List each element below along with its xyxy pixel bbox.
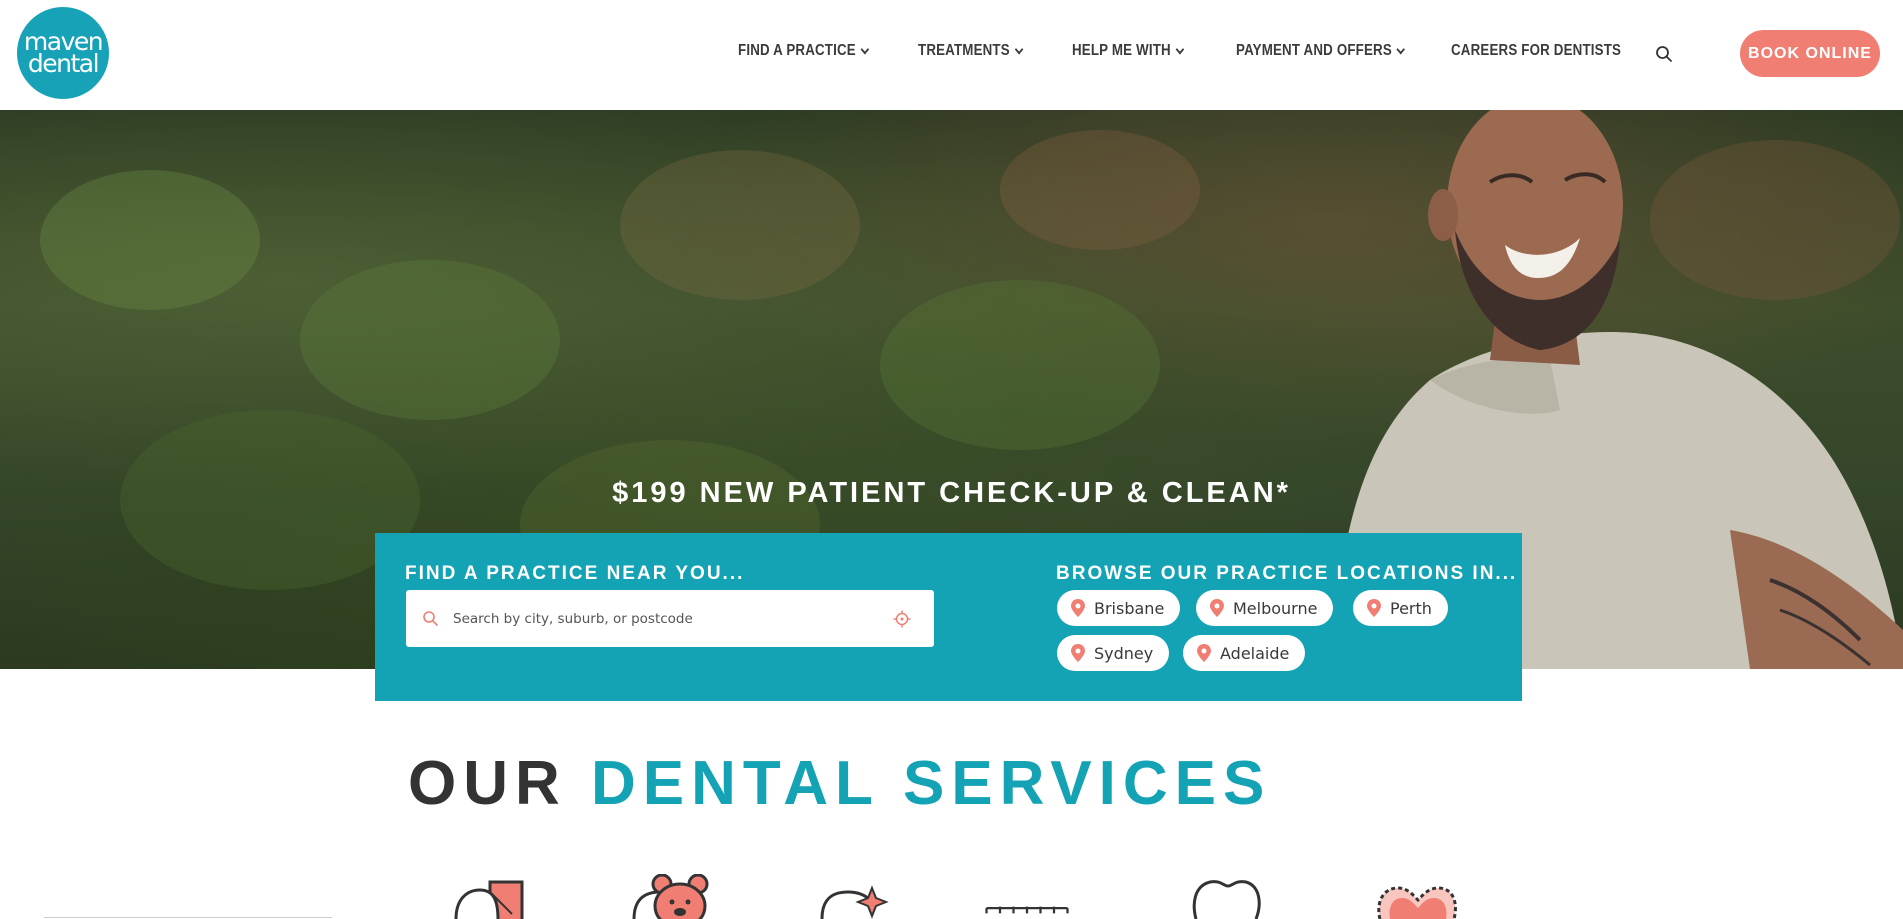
location-chip-adelaide[interactable]: Adelaide (1183, 635, 1306, 671)
book-online-button[interactable]: BOOK ONLINE (1740, 30, 1880, 77)
location-label: Adelaide (1220, 643, 1290, 663)
hero-tagline: $199 NEW PATIENT CHECK-UP & CLEAN* (612, 477, 1291, 509)
emergency-heart-icon[interactable] (1372, 874, 1462, 919)
nav-label: FIND A PRACTICE (738, 42, 856, 59)
location-label: Sydney (1094, 643, 1154, 663)
chevron-down-icon (1175, 44, 1185, 54)
services-heading-part2: DENTAL SERVICES (591, 749, 1272, 818)
tooth-icon[interactable] (1190, 874, 1280, 919)
nav-label: HELP ME WITH (1072, 42, 1171, 59)
teeth-whitening-icon[interactable] (820, 874, 910, 919)
practice-finder: FIND A PRACTICE NEAR YOU... BROWSE OUR P… (375, 533, 1522, 701)
map-pin-icon (1210, 599, 1224, 617)
map-pin-icon (1367, 599, 1381, 617)
logo-text-line2: dental (27, 49, 100, 78)
location-chip-sydney[interactable]: Sydney (1057, 635, 1170, 671)
location-label: Melbourne (1233, 598, 1318, 618)
chevron-down-icon (1396, 44, 1406, 54)
location-label: Brisbane (1094, 598, 1165, 618)
braces-icon[interactable] (985, 874, 1075, 919)
map-pin-icon (1071, 599, 1085, 617)
nav-label: PAYMENT AND OFFERS (1236, 42, 1392, 59)
chevron-down-icon (1014, 44, 1024, 54)
nav-label: CAREERS FOR DENTISTS (1451, 42, 1622, 59)
chevron-down-icon (860, 44, 870, 54)
general-dentistry-icon[interactable] (452, 874, 542, 919)
practice-search-input[interactable] (453, 590, 883, 647)
location-chip-melbourne[interactable]: Melbourne (1196, 590, 1334, 626)
search-icon[interactable] (1655, 45, 1673, 63)
nav-find-a-practice[interactable]: FIND A PRACTICE (738, 42, 870, 60)
site-header: maven dental FIND A PRACTICE TREATMENTS … (0, 0, 1903, 110)
divider (44, 917, 332, 918)
services-heading: OUR DENTAL SERVICES (408, 748, 1271, 819)
map-pin-icon (1071, 644, 1085, 662)
children-dentistry-icon[interactable] (630, 874, 720, 919)
location-chip-brisbane[interactable]: Brisbane (1057, 590, 1181, 626)
services-heading-part1: OUR (408, 749, 567, 818)
nav-label: TREATMENTS (918, 42, 1010, 59)
practice-search-box (406, 590, 934, 647)
browse-locations-heading: BROWSE OUR PRACTICE LOCATIONS IN... (1056, 563, 1518, 584)
maven-dental-logo[interactable]: maven dental (17, 7, 109, 99)
nav-treatments[interactable]: TREATMENTS (918, 42, 1024, 60)
location-label: Perth (1390, 598, 1432, 618)
map-pin-icon (1197, 644, 1211, 662)
nav-careers-for-dentists[interactable]: CAREERS FOR DENTISTS (1451, 42, 1621, 60)
location-chip-perth[interactable]: Perth (1353, 590, 1448, 626)
search-icon (423, 611, 438, 626)
nav-payment-and-offers[interactable]: PAYMENT AND OFFERS (1236, 42, 1406, 60)
locate-me-icon[interactable] (893, 610, 911, 628)
nav-help-me-with[interactable]: HELP ME WITH (1072, 42, 1185, 60)
find-practice-heading: FIND A PRACTICE NEAR YOU... (405, 563, 745, 584)
